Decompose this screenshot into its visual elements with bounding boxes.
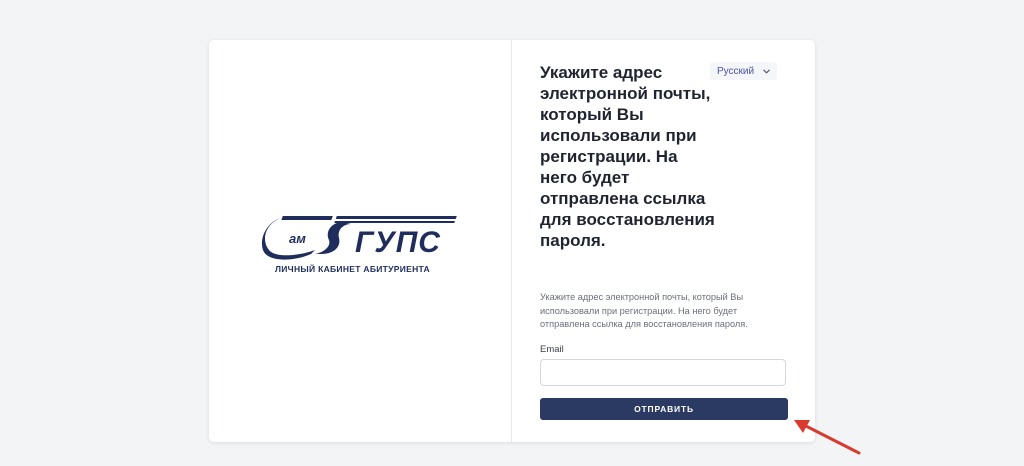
university-logo: ам ГУПС bbox=[259, 210, 459, 262]
logo-panel: ам ГУПС ЛИЧНЫЙ КАБИНЕТ АБИТУРИЕНТА bbox=[209, 40, 512, 442]
language-select-value: Русский bbox=[717, 65, 755, 77]
logo-caption: ЛИЧНЫЙ КАБИНЕТ АБИТУРИЕНТА bbox=[275, 264, 430, 274]
instructions-text: Укажите адрес электронной почты, который… bbox=[540, 292, 748, 330]
logo-emblem: ам ГУПС bbox=[261, 216, 457, 260]
email-label: Email bbox=[540, 344, 564, 355]
chevron-down-icon bbox=[763, 69, 770, 73]
logo-small-letters: ам bbox=[289, 231, 306, 246]
language-select[interactable]: Русский bbox=[710, 62, 778, 80]
page: ам ГУПС ЛИЧНЫЙ КАБИНЕТ АБИТУРИЕНТА Укажи… bbox=[0, 0, 1024, 466]
page-title: Укажите адрес электронной почты, который… bbox=[540, 63, 715, 250]
annotation-arrow-icon bbox=[794, 420, 861, 455]
password-recovery-card: ам ГУПС ЛИЧНЫЙ КАБИНЕТ АБИТУРИЕНТА Укажи… bbox=[209, 40, 815, 442]
submit-button[interactable]: ОТПРАВИТЬ bbox=[540, 398, 788, 420]
email-field[interactable] bbox=[540, 359, 786, 386]
form-panel: Укажите адрес электронной почты, который… bbox=[512, 40, 815, 442]
logo-mark-text: ГУПС bbox=[355, 226, 441, 259]
